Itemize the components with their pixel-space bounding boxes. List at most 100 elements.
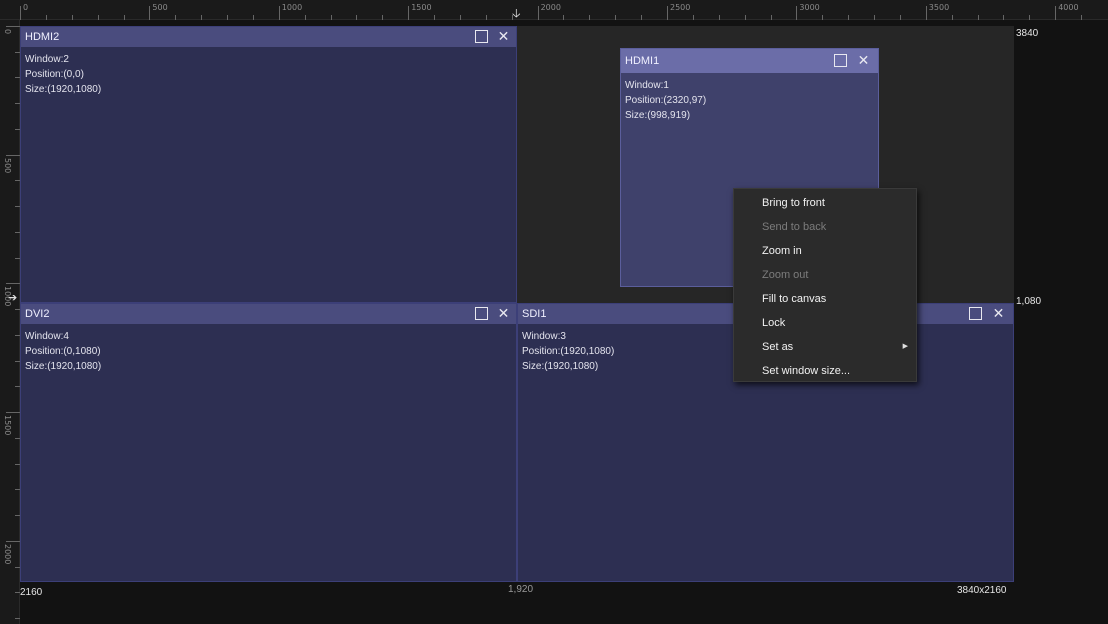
menu-item-fill-to-canvas[interactable]: Fill to canvas xyxy=(734,287,916,311)
window-info: Window:4 Position:(0,1080) Size:(1920,10… xyxy=(21,324,516,379)
ruler-tick-label: 0 xyxy=(23,3,29,12)
maximize-icon[interactable] xyxy=(475,30,488,43)
ruler-minor-tick xyxy=(899,15,901,20)
ruler-tick-label: 1000 xyxy=(281,3,303,12)
ruler-tick-label: 1500 xyxy=(3,415,12,436)
ruler-minor-tick xyxy=(641,15,643,20)
canvas-midpoint-label: 1,920 xyxy=(508,584,534,595)
ruler-major-tick xyxy=(6,412,20,414)
menu-item-set-as[interactable]: Set as ▶ xyxy=(734,335,916,359)
ruler-minor-tick xyxy=(356,15,358,20)
ruler-tick-label: 1500 xyxy=(411,3,432,12)
ruler-tick-label: 3500 xyxy=(928,3,950,12)
ruler-minor-tick xyxy=(770,15,772,20)
ruler-minor-tick xyxy=(97,15,99,20)
maximize-icon[interactable] xyxy=(834,54,847,67)
ruler-minor-tick xyxy=(563,15,565,20)
ruler-tick-label: 0 xyxy=(3,29,12,35)
maximize-icon[interactable] xyxy=(969,307,982,320)
close-icon[interactable]: ✕ xyxy=(497,306,510,320)
canvas-bottom-label: 2160 xyxy=(20,587,43,598)
ruler-minor-tick xyxy=(977,15,979,20)
ruler-minor-tick xyxy=(1003,15,1005,20)
window-info: Window:1 Position:(2320,97) Size:(998,91… xyxy=(621,73,878,128)
ruler-minor-tick xyxy=(589,15,591,20)
ruler-minor-tick xyxy=(15,618,20,620)
ruler-minor-tick xyxy=(1029,15,1031,20)
window-number: Window:1 xyxy=(625,80,669,91)
close-icon[interactable]: ✕ xyxy=(497,29,510,43)
ruler-minor-tick xyxy=(252,15,254,20)
ruler-minor-tick xyxy=(123,15,125,20)
window-dvi2[interactable]: DVI2 ✕ Window:4 Position:(0,1080) Size:(… xyxy=(20,303,517,582)
ruler-major-tick xyxy=(149,6,151,20)
ruler-minor-tick xyxy=(485,15,487,20)
maximize-icon[interactable] xyxy=(475,307,488,320)
window-title-bar[interactable]: DVI2 ✕ xyxy=(21,304,516,324)
ruler-minor-tick xyxy=(201,15,203,20)
ruler-major-tick xyxy=(796,6,798,20)
window-title: HDMI2 xyxy=(25,31,60,43)
ruler-minor-tick xyxy=(71,15,73,20)
close-icon[interactable]: ✕ xyxy=(992,306,1005,320)
window-title-bar[interactable]: HDMI1 ✕ xyxy=(621,49,878,73)
menu-item-bring-to-front[interactable]: Bring to front xyxy=(734,191,916,215)
window-title: HDMI1 xyxy=(625,55,660,67)
ruler-minor-tick xyxy=(874,15,876,20)
canvas-resolution-label: 3840x2160 xyxy=(957,585,1007,596)
window-size: Size:(1920,1080) xyxy=(25,361,102,372)
window-position: Position:(2320,97) xyxy=(625,95,707,106)
ruler-minor-tick xyxy=(434,15,436,20)
ruler-minor-tick xyxy=(330,15,332,20)
ruler-major-tick xyxy=(20,6,21,20)
menu-item-lock[interactable]: Lock xyxy=(734,311,916,335)
ruler-major-tick xyxy=(537,6,539,20)
ruler-minor-tick xyxy=(459,15,461,20)
ruler-minor-tick xyxy=(175,15,177,20)
canvas-height-label: 1,080 xyxy=(1016,296,1042,307)
window-title: SDI1 xyxy=(522,308,547,320)
top-ruler: 0 500 1000 1500 2000 2500 3000 3500 4000 xyxy=(0,0,1108,20)
submenu-arrow-icon: ▶ xyxy=(902,343,908,350)
ruler-major-tick xyxy=(925,6,927,20)
ruler-major-tick xyxy=(6,283,20,285)
ruler-minor-tick xyxy=(822,15,824,20)
horizontal-position-marker-icon[interactable]: 🡣 xyxy=(512,7,521,19)
ruler-tick-label: 3000 xyxy=(799,3,820,12)
ruler-tick-label: 500 xyxy=(152,3,168,12)
ruler-minor-tick xyxy=(718,15,720,20)
ruler-minor-tick xyxy=(744,15,746,20)
ruler-major-tick xyxy=(6,26,20,27)
ruler-minor-tick xyxy=(692,15,694,20)
ruler-minor-tick xyxy=(304,15,306,20)
ruler-minor-tick xyxy=(1081,15,1083,20)
menu-item-send-to-back[interactable]: Send to back xyxy=(734,215,916,239)
window-position: Position:(0,0) xyxy=(25,69,84,80)
window-size: Size:(1920,1080) xyxy=(25,84,102,95)
menu-item-zoom-in[interactable]: Zoom in xyxy=(734,239,916,263)
ruler-major-tick xyxy=(6,154,20,156)
ruler-minor-tick xyxy=(951,15,953,20)
window-number: Window:4 xyxy=(25,331,69,342)
ruler-tick-label: 2000 xyxy=(540,3,561,12)
close-icon[interactable]: ✕ xyxy=(857,53,870,67)
window-title: DVI2 xyxy=(25,308,50,320)
window-title-bar[interactable]: HDMI2 ✕ xyxy=(21,27,516,47)
context-menu: Bring to front Send to back Zoom in Zoom… xyxy=(733,188,917,382)
ruler-minor-tick xyxy=(615,15,617,20)
ruler-major-tick xyxy=(667,6,668,20)
menu-item-set-window-size[interactable]: Set window size... xyxy=(734,359,916,383)
ruler-tick-label: 2000 xyxy=(3,543,12,565)
ruler-major-tick xyxy=(1055,6,1057,20)
ruler-major-tick xyxy=(278,6,280,20)
ruler-minor-tick xyxy=(382,15,384,20)
vertical-position-marker-icon[interactable]: ➔ xyxy=(8,292,17,304)
ruler-major-tick xyxy=(408,6,410,20)
menu-item-zoom-out[interactable]: Zoom out xyxy=(734,263,916,287)
window-hdmi2[interactable]: HDMI2 ✕ Window:2 Position:(0,0) Size:(19… xyxy=(20,26,517,303)
ruler-minor-tick xyxy=(227,15,229,20)
canvas-width-label: 3840 xyxy=(1016,28,1039,39)
ruler-minor-tick xyxy=(848,15,850,20)
ruler-tick-label: 4000 xyxy=(1058,3,1079,12)
left-ruler: 0 500 1000 1500 2000 xyxy=(0,20,20,624)
